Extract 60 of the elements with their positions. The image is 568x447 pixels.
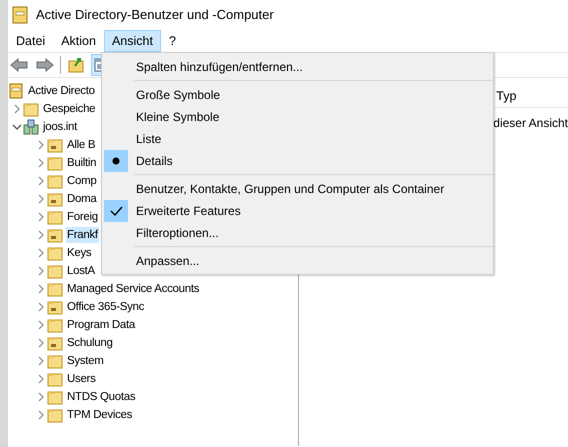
tree-item[interactable]: Keys	[66, 245, 92, 261]
menu-item[interactable]: Liste	[136, 130, 162, 148]
app-icon	[12, 6, 28, 24]
tree-item[interactable]: Frankf	[66, 227, 99, 243]
folder-icon	[47, 263, 63, 279]
menu-item[interactable]: Ansicht	[104, 30, 161, 52]
menu-item[interactable]: Kleine Symbole	[136, 108, 220, 126]
menu-item[interactable]: Erweiterte Features	[136, 202, 241, 220]
folder-icon	[47, 245, 63, 261]
folder-icon	[47, 335, 63, 351]
folder-icon	[68, 57, 84, 73]
tree-item[interactable]: Foreig	[66, 209, 99, 225]
window-title: Active Directory-Benutzer und -Computer	[36, 6, 274, 24]
folder-icon	[47, 389, 63, 405]
menu-item[interactable]: Datei	[8, 30, 54, 52]
bullet-icon	[112, 157, 120, 165]
menu-item[interactable]: ?	[160, 30, 184, 52]
folder-icon	[47, 353, 63, 369]
tree-item[interactable]: NTDS Quotas	[66, 389, 136, 405]
list-message: dieser Ansicht	[493, 115, 568, 132]
folder-icon	[47, 371, 63, 387]
buildings-icon	[23, 119, 39, 135]
tree-item[interactable]: Builtin	[66, 155, 98, 171]
menu-item[interactable]: Anpassen...	[136, 252, 200, 270]
tree-item[interactable]: Schulung	[66, 335, 114, 351]
folder-icon	[47, 209, 63, 225]
tree-item[interactable]: Alle B	[66, 137, 96, 153]
folder-icon	[47, 137, 63, 153]
menu-item[interactable]: Aktion	[53, 30, 104, 52]
folder-icon	[47, 407, 63, 423]
tree-item[interactable]: Comp	[66, 173, 98, 189]
folder-icon	[47, 227, 63, 243]
menu-item[interactable]: Große Symbole	[136, 86, 220, 104]
tree-item[interactable]: LostA	[66, 263, 96, 279]
directory-icon	[8, 83, 24, 99]
folder-icon	[47, 173, 63, 189]
menu-item[interactable]: Benutzer, Kontakte, Gruppen und Computer als Container	[136, 180, 444, 198]
checkmark-icon	[110, 205, 122, 217]
tree-item[interactable]: Gespeiche	[42, 101, 96, 117]
folder-icon	[23, 101, 39, 117]
tree-item[interactable]: joos.int	[42, 119, 78, 135]
tree-item[interactable]: System	[66, 353, 105, 369]
menu-item[interactable]: Filteroptionen...	[136, 224, 219, 242]
folder-icon	[47, 191, 63, 207]
folder-icon	[47, 281, 63, 297]
tree-item[interactable]: Managed Service Accounts	[66, 281, 200, 297]
folder-icon	[47, 155, 63, 171]
folder-icon	[47, 317, 63, 333]
tree-item[interactable]: Program Data	[66, 317, 136, 333]
menu-item[interactable]: Spalten hinzufügen/entfernen...	[136, 58, 303, 76]
tree-item[interactable]: Active Directo	[27, 83, 96, 99]
left-arrow-icon	[10, 58, 28, 72]
folder-icon	[47, 299, 63, 315]
menu-item[interactable]: Details	[136, 152, 173, 170]
tree-item[interactable]: Doma	[66, 191, 98, 207]
tree-item[interactable]: Users	[66, 371, 97, 387]
tree-item[interactable]: Office 365-Sync	[66, 299, 146, 315]
right-arrow-icon	[36, 58, 54, 72]
window-icon	[94, 58, 101, 72]
tree-item[interactable]: TPM Devices	[66, 407, 134, 423]
